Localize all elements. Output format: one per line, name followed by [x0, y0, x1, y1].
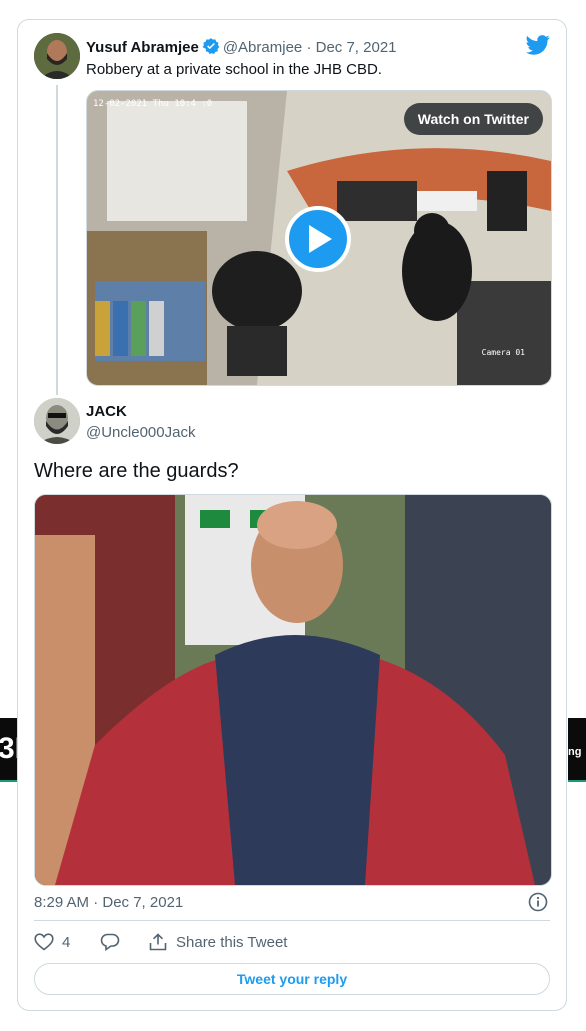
thread-line [56, 85, 58, 395]
tweet-text: Robbery at a private school in the JHB C… [86, 61, 382, 78]
camera-timestamp: 12-02-2021 Thu 10:4 :0 [93, 99, 213, 109]
heart-icon [34, 933, 54, 951]
video-player[interactable]: 12-02-2021 Thu 10:4 :0 Camera 01 Watch o… [86, 90, 552, 386]
play-icon [309, 225, 332, 253]
watch-on-twitter-button[interactable]: Watch on Twitter [403, 103, 543, 135]
tweet-header: Yusuf Abramjee @Abramjee · Dec 7, 2021 [86, 37, 397, 59]
author-handle[interactable]: @Uncle000Jack [86, 424, 195, 441]
page-edge-left: 3F [0, 718, 33, 782]
reply-icon [100, 933, 120, 951]
page-edge-right: ng [568, 718, 586, 782]
like-count: 4 [62, 933, 71, 951]
share-label: Share this Tweet [176, 933, 288, 951]
tweet-your-reply-button[interactable]: Tweet your reply [34, 963, 550, 995]
divider [34, 920, 550, 921]
tweet-timestamp[interactable]: 8:29 AM · Dec 7, 2021 [34, 894, 183, 911]
share-button[interactable]: Share this Tweet [148, 933, 287, 951]
twitter-logo-icon[interactable] [526, 35, 550, 60]
author-name[interactable]: JACK [86, 403, 127, 420]
avatar[interactable] [34, 33, 80, 79]
reply-action-button[interactable] [100, 933, 120, 951]
tweet-text: Where are the guards? [34, 460, 239, 482]
author-handle[interactable]: @Abramjee [223, 39, 302, 56]
camera-label: Camera 01 [481, 348, 525, 357]
tweet-photo[interactable] [34, 494, 552, 886]
share-icon [149, 933, 167, 951]
tweet-date[interactable]: Dec 7, 2021 [316, 39, 397, 56]
tweet-embed-card: Yusuf Abramjee @Abramjee · Dec 7, 2021 Ro… [17, 19, 567, 1011]
info-icon[interactable] [528, 892, 548, 917]
author-name[interactable]: Yusuf Abramjee [86, 39, 199, 56]
edge-right-text: ng [568, 746, 582, 758]
meme-photo-image [35, 495, 551, 885]
like-button[interactable]: 4 [34, 933, 70, 951]
verified-icon [202, 37, 220, 59]
play-button[interactable] [285, 206, 351, 272]
avatar[interactable] [34, 398, 80, 444]
